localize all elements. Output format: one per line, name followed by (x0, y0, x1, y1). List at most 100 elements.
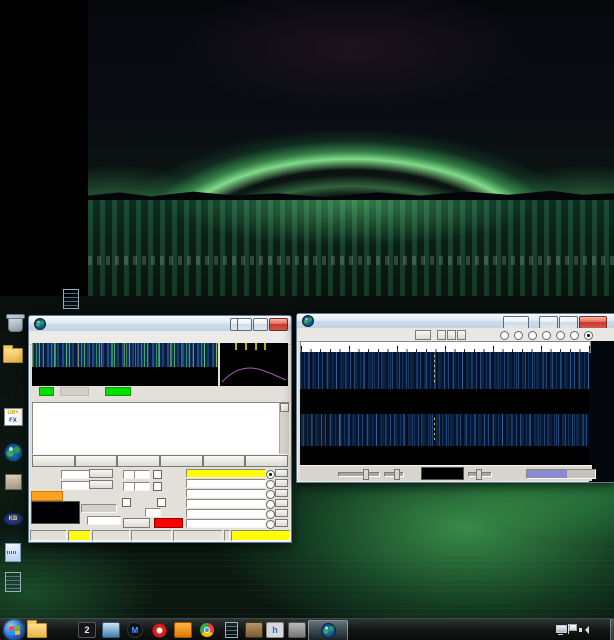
yellow-marker (434, 355, 435, 385)
waterfall-right-margin (589, 341, 614, 482)
tol-value-field[interactable] (134, 482, 150, 491)
tx-msg-4[interactable] (186, 499, 266, 508)
zap-checkbox[interactable] (153, 470, 164, 479)
taskbar-app-star[interactable] (51, 620, 73, 640)
desktop-icon-cwelskim[interactable] (0, 541, 42, 564)
rpt-field[interactable] (145, 508, 161, 517)
desktop-icon-file[interactable] (42, 288, 100, 310)
tx-msg-6[interactable] (186, 519, 266, 528)
taskbar-mixw[interactable]: 2 (76, 620, 98, 640)
close-button[interactable] (579, 316, 607, 329)
close-button[interactable] (269, 318, 288, 331)
status-ratio (30, 530, 67, 541)
nav-center-button[interactable] (447, 330, 456, 340)
maximize-button[interactable] (559, 316, 578, 329)
stop-button[interactable] (75, 455, 118, 467)
taskbar-chrome[interactable] (196, 620, 218, 640)
tx-radio-5[interactable] (266, 510, 275, 519)
tx-st-checkbox[interactable] (157, 498, 168, 507)
tx-radio-3[interactable] (266, 490, 275, 499)
tx-radio-1[interactable] (266, 470, 275, 479)
wsjt-spectrum-panel[interactable] (220, 343, 288, 386)
speed-3[interactable] (528, 331, 539, 340)
minimize-button[interactable] (237, 318, 252, 331)
tx-radio-6[interactable] (266, 520, 275, 529)
slider-thumb[interactable] (394, 469, 400, 480)
taskbar-gray-app[interactable] (286, 620, 308, 640)
resize-icon[interactable] (503, 316, 529, 329)
green-trace (300, 454, 589, 465)
chrome-icon (200, 623, 214, 637)
tx-radio-4[interactable] (266, 500, 275, 509)
tx-msg-2[interactable] (186, 479, 266, 488)
slider-thumb[interactable] (363, 469, 369, 480)
tx3-button[interactable] (275, 489, 288, 497)
taskbar-player[interactable] (172, 620, 194, 640)
speed-h1[interactable] (570, 331, 581, 340)
speed-5[interactable] (556, 331, 567, 340)
slider-track[interactable] (338, 472, 380, 477)
bw-button[interactable] (415, 330, 431, 340)
specjt-waterfall[interactable] (300, 352, 589, 465)
tx4-button[interactable] (275, 499, 288, 507)
tx-first-checkbox[interactable] (122, 498, 133, 507)
speed-2[interactable] (514, 331, 525, 340)
tx6-button[interactable] (275, 519, 288, 527)
lookup-button[interactable] (89, 469, 113, 478)
wsjt-window (28, 315, 292, 543)
speed-4[interactable] (542, 331, 553, 340)
slider-track[interactable] (468, 472, 492, 477)
speed-h2[interactable] (584, 331, 595, 340)
to-radio-field[interactable] (61, 470, 90, 479)
decode-text-area[interactable] (32, 402, 290, 455)
taskbar-m-app[interactable]: M (124, 620, 146, 640)
green-trace (300, 400, 589, 413)
auto-on-button[interactable] (154, 518, 183, 528)
grid-field[interactable] (61, 481, 90, 490)
taskbar-active-window-button[interactable] (308, 620, 348, 640)
gen-msgs-button[interactable] (123, 518, 150, 528)
dsec-field[interactable] (87, 516, 121, 525)
rx-st-checkbox[interactable] (153, 482, 164, 491)
slider-track[interactable] (384, 472, 404, 477)
erase-button[interactable] (203, 455, 246, 467)
show-desktop-button[interactable] (610, 619, 614, 640)
start-button[interactable] (4, 620, 24, 640)
desktop-icon-file2[interactable] (0, 571, 42, 593)
log-qso-button[interactable] (32, 455, 75, 467)
tray-network-icon[interactable] (556, 625, 565, 633)
taskbar-image-app[interactable] (100, 620, 122, 640)
monitor-button[interactable] (117, 455, 160, 467)
minimize-button[interactable] (539, 316, 558, 329)
taskbar-recorder[interactable] (148, 620, 170, 640)
taskbar-h-app[interactable]: h (264, 620, 286, 640)
tx-msg-5[interactable] (186, 509, 266, 518)
add-button[interactable] (89, 480, 113, 489)
taskbar-explorer[interactable] (26, 620, 48, 640)
status-mode (68, 530, 90, 541)
level-meter-fill (527, 470, 567, 478)
maximize-button[interactable] (253, 318, 268, 331)
tx5-button[interactable] (275, 509, 288, 517)
tx-stop-button[interactable] (245, 455, 288, 467)
nav-right-button[interactable] (457, 330, 466, 340)
taskbar-cassette[interactable] (243, 620, 265, 640)
folder-icon (27, 623, 47, 638)
taskbar-notepad[interactable] (220, 620, 242, 640)
speed-1[interactable] (500, 331, 511, 340)
s-value-field[interactable] (134, 470, 150, 479)
sea-streaks (0, 548, 614, 618)
scrollbar[interactable] (279, 403, 289, 454)
nav-left-button[interactable] (437, 330, 446, 340)
tx2-button[interactable] (275, 479, 288, 487)
tx1-button[interactable] (275, 469, 288, 477)
status-rx-noise (131, 530, 172, 541)
decode-button[interactable] (160, 455, 203, 467)
tx-radio-2[interactable] (266, 480, 275, 489)
tx-msg-1[interactable] (186, 469, 266, 478)
specjt-bottom-bar (300, 465, 592, 481)
tx-msg-3[interactable] (186, 489, 266, 498)
slider-thumb[interactable] (476, 469, 482, 480)
wsjt-waterfall[interactable] (32, 343, 218, 386)
scroll-up-icon[interactable] (280, 403, 289, 412)
